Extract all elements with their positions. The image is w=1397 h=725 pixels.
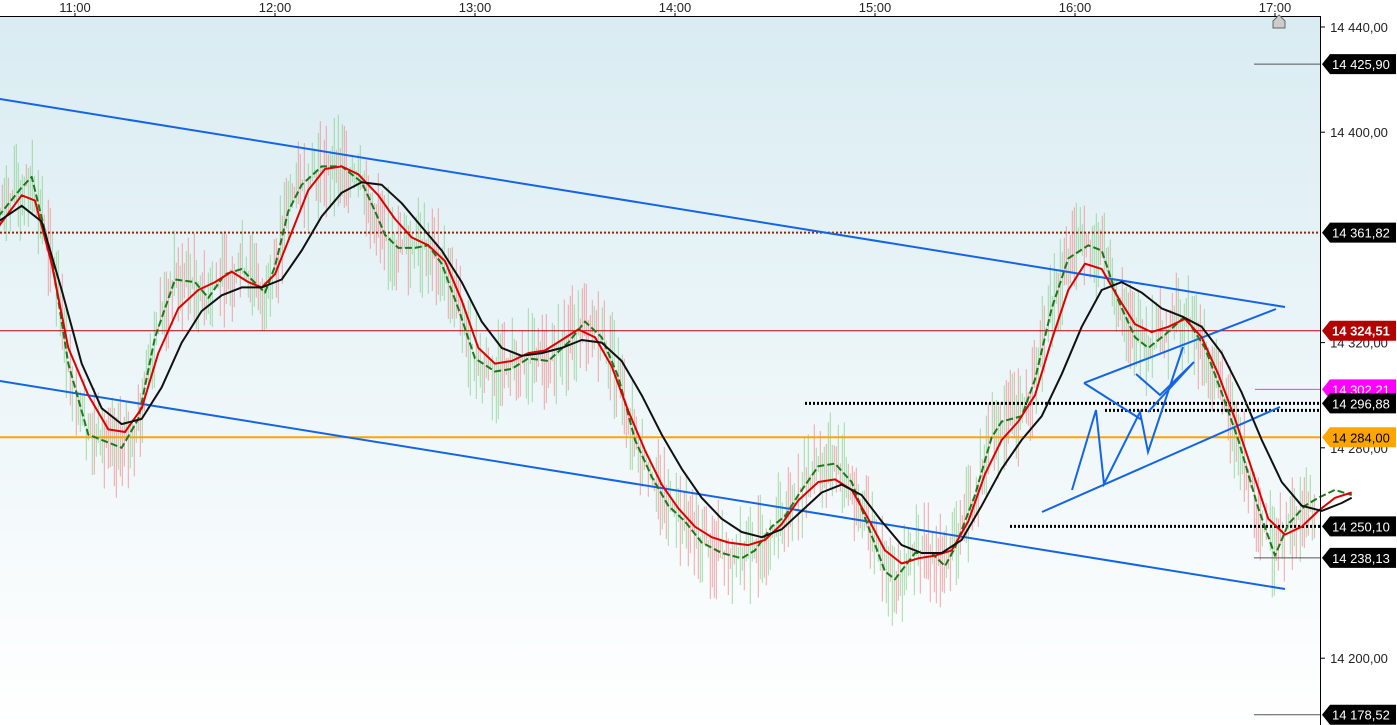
y-tick-label: 14 440,00 <box>1330 20 1388 35</box>
price-badge-label: 14 361,82 <box>1332 226 1390 241</box>
price-badge-label: 14 238,13 <box>1332 551 1390 566</box>
x-tick-label: 14:00 <box>659 0 692 15</box>
x-tick-label: 11:00 <box>59 0 91 15</box>
price-chart[interactable]: 11:00 12:00 13:00 14:00 15:00 16:00 17:00 14 4… <box>0 0 1397 725</box>
y-tick-label: 14 200,00 <box>1330 651 1388 666</box>
x-tick-label: 16:00 <box>1059 0 1092 15</box>
y-axis-strip <box>1320 0 1397 725</box>
price-badge-label: 14 284,00 <box>1332 430 1390 445</box>
plot-background <box>0 16 1320 725</box>
price-badge-label: 14 425,90 <box>1332 57 1390 72</box>
x-tick-label: 13:00 <box>459 0 492 15</box>
price-badge-label: 14 178,52 <box>1332 708 1390 723</box>
x-tick-label: 17:00 <box>1259 0 1292 15</box>
x-tick-label: 15:00 <box>859 0 892 15</box>
x-tick-label: 12:00 <box>259 0 292 15</box>
price-badge-label: 14 324,51 <box>1332 324 1390 339</box>
y-tick-label: 14 400,00 <box>1330 125 1388 140</box>
price-badge-label: 14 250,10 <box>1332 519 1390 534</box>
price-badge-label: 14 296,88 <box>1332 396 1390 411</box>
